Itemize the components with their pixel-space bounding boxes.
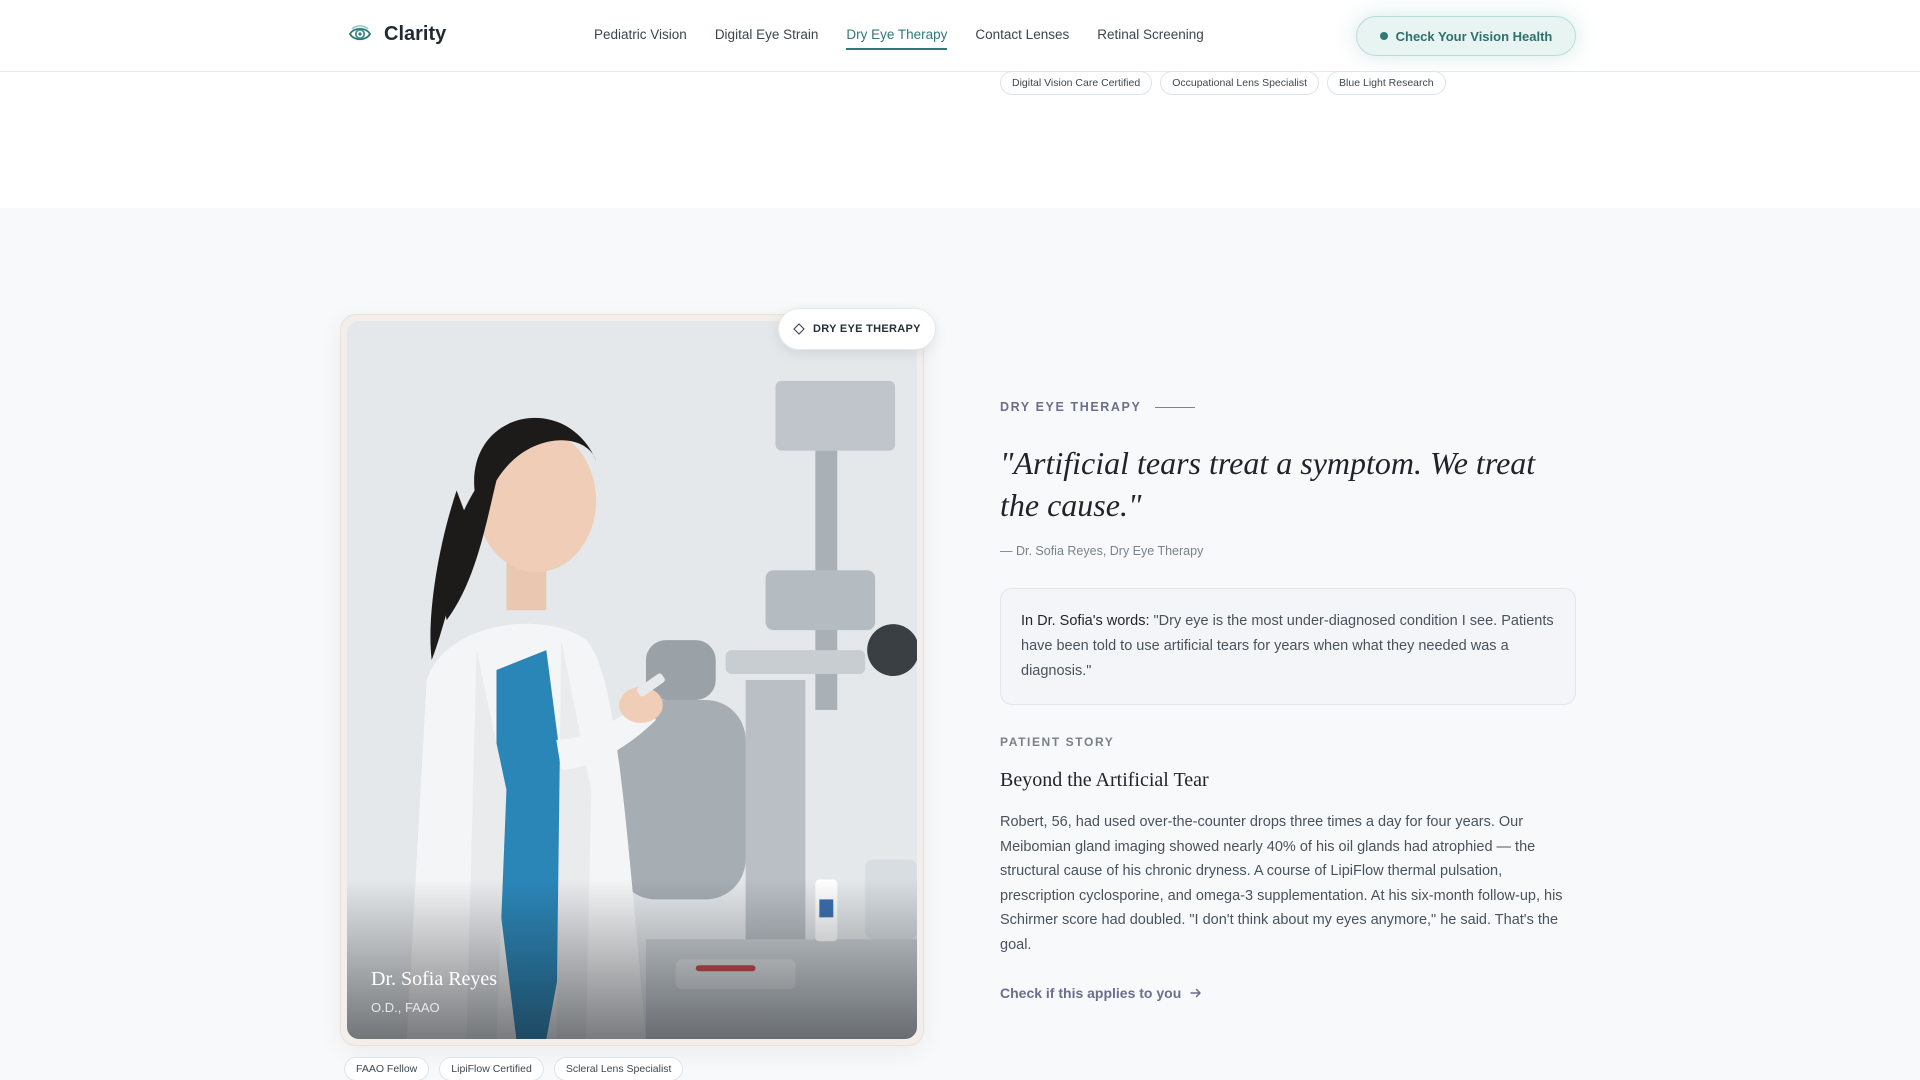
pull-quote: "Artificial tears treat a symptom. We tr… bbox=[1000, 445, 1536, 523]
nav-link-contact-lenses[interactable]: Contact Lenses bbox=[975, 27, 1069, 50]
tag: Occupational Lens Specialist bbox=[1160, 71, 1320, 95]
specialty-badge-label: DRY EYE THERAPY bbox=[813, 323, 921, 335]
check-vision-health-button[interactable]: Check Your Vision Health bbox=[1356, 16, 1576, 56]
nav-link-dry-eye-therapy[interactable]: Dry Eye Therapy bbox=[846, 27, 948, 50]
story-body: Robert, 56, had used over-the-counter dr… bbox=[1000, 814, 1563, 953]
doctor-photo: Dr. Sofia Reyes O.D., FAAO bbox=[347, 321, 917, 1039]
eye-logo-icon bbox=[348, 25, 372, 41]
check-applies-label: Check if this applies to you bbox=[1000, 985, 1182, 1001]
tag: FAAO Fellow bbox=[344, 1057, 430, 1080]
tag: Blue Light Research bbox=[1327, 71, 1446, 95]
doctor-name: Dr. Sofia Reyes bbox=[371, 968, 498, 990]
section-eyebrow: DRY EYE THERAPY bbox=[1000, 400, 1576, 414]
brand-name: Clarity bbox=[384, 22, 447, 45]
previous-section bbox=[0, 72, 1920, 208]
previous-section-tags: Digital Vision Care Certified Occupation… bbox=[1000, 71, 1446, 95]
eyebrow-text: DRY EYE THERAPY bbox=[1000, 400, 1142, 414]
photo-overlay bbox=[347, 879, 917, 1039]
main-nav: Pediatric Vision Digital Eye Strain Dry … bbox=[594, 27, 1204, 50]
nav-link-pediatric-vision[interactable]: Pediatric Vision bbox=[594, 27, 687, 50]
tag: Scleral Lens Specialist bbox=[553, 1057, 684, 1080]
cta-label: Check Your Vision Health bbox=[1395, 28, 1553, 44]
tag: Digital Vision Care Certified bbox=[1000, 71, 1153, 95]
specialty-badge: DRY EYE THERAPY bbox=[778, 308, 936, 350]
nav-link-digital-eye-strain[interactable]: Digital Eye Strain bbox=[715, 27, 819, 50]
doctor-credentials: O.D., FAAO bbox=[371, 1000, 440, 1015]
doctor-photo-card: Dr. Sofia Reyes O.D., FAAO bbox=[340, 314, 924, 1046]
quote-attribution: — Dr. Sofia Reyes, Dry Eye Therapy bbox=[1000, 544, 1204, 558]
diamond-icon bbox=[793, 323, 805, 335]
brand-logo[interactable]: Clarity bbox=[348, 22, 446, 46]
doctor-profile-content: DRY EYE THERAPY "Artificial tears treat … bbox=[1000, 400, 1576, 1003]
check-applies-link[interactable]: Check if this applies to you bbox=[1000, 985, 1203, 1001]
status-dot-icon bbox=[1379, 32, 1388, 40]
site-header: Clarity Pediatric Vision Digital Eye Str… bbox=[0, 0, 1920, 72]
eyebrow-divider bbox=[1155, 406, 1196, 408]
doctor-words-box: In Dr. Sofia's words: "Dry eye is the mo… bbox=[1000, 588, 1576, 705]
arrow-right-icon bbox=[1190, 988, 1202, 998]
story-eyebrow: PATIENT STORY bbox=[1000, 735, 1115, 749]
words-lead: In Dr. Sofia's words: bbox=[1021, 613, 1150, 629]
doctor-tags: FAAO Fellow LipiFlow Certified Scleral L… bbox=[344, 1057, 684, 1080]
story-title: Beyond the Artificial Tear bbox=[1000, 769, 1209, 791]
nav-link-retinal-screening[interactable]: Retinal Screening bbox=[1097, 27, 1204, 50]
tag: LipiFlow Certified bbox=[439, 1057, 544, 1080]
